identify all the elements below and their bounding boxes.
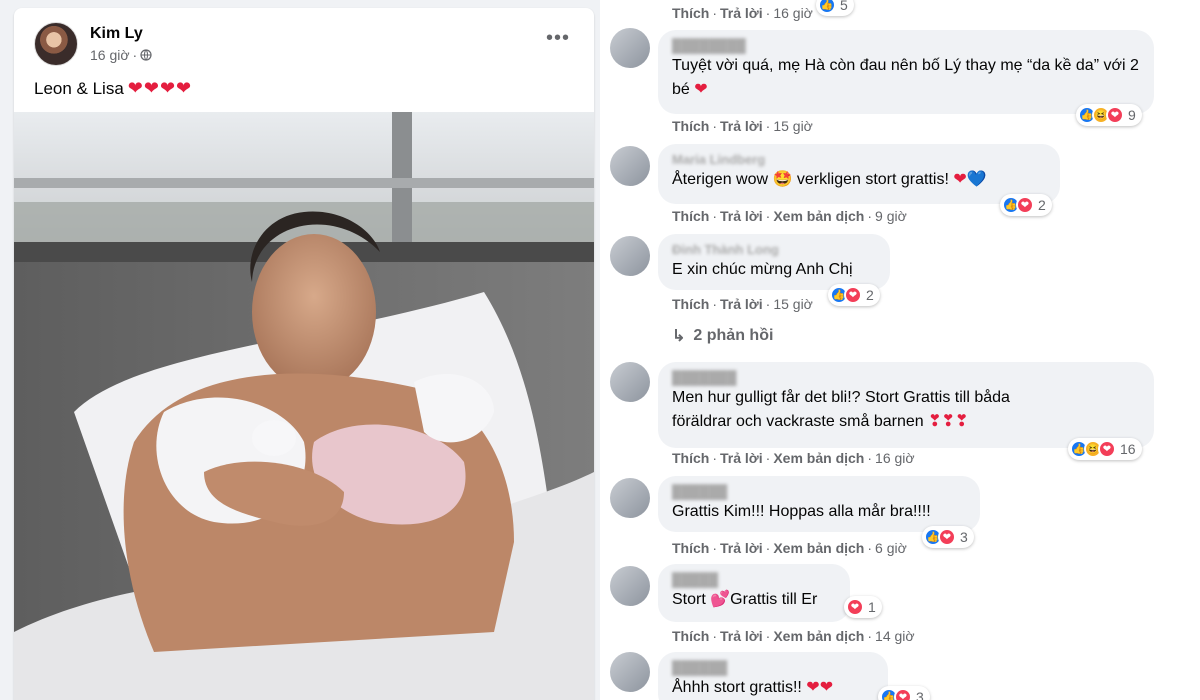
love-icon: ❤ bbox=[1016, 196, 1034, 214]
comment-bubble: ██████ Åhhh stort grattis!! ❤❤ bbox=[658, 652, 888, 700]
reaction-count[interactable]: 👍 😆 ❤ 16 bbox=[1068, 438, 1142, 460]
view-replies-link[interactable]: ↳ 2 phản hồi bbox=[672, 326, 773, 346]
reaction-count[interactable]: 👍 ❤ 2 bbox=[828, 284, 880, 306]
commenter-avatar[interactable] bbox=[610, 236, 650, 276]
comment-text: E xin chúc mừng Anh Chị bbox=[672, 261, 853, 278]
commenter-name-blurred[interactable]: ██████ bbox=[672, 484, 966, 500]
comment-actions: Thích · Trả lời · Xem bản dịch · 6 giờ bbox=[672, 540, 907, 556]
reply-link[interactable]: Trả lời bbox=[720, 628, 763, 644]
commenter-name-blurred[interactable]: █████ bbox=[672, 572, 836, 588]
commenter-avatar[interactable] bbox=[610, 566, 650, 606]
commenter-avatar[interactable] bbox=[610, 146, 650, 186]
post-time[interactable]: 16 giờ bbox=[90, 47, 130, 63]
like-link[interactable]: Thích bbox=[672, 296, 709, 312]
reply-link[interactable]: Trả lời bbox=[720, 208, 763, 224]
reaction-count[interactable]: ❤ 1 bbox=[844, 596, 882, 618]
like-link[interactable]: Thích bbox=[672, 450, 709, 466]
like-link[interactable]: Thích bbox=[672, 628, 709, 644]
commenter-name[interactable]: Đinh Thành Long bbox=[672, 242, 876, 258]
post-card: Kim Ly 16 giờ · ••• Leon & Lisa ❤❤❤❤ bbox=[14, 8, 594, 700]
photo-illustration bbox=[14, 112, 594, 700]
love-icon: ❤ bbox=[846, 598, 864, 616]
post-photo[interactable] bbox=[14, 112, 594, 700]
comment-actions: Thích · Trả lời · Xem bản dịch · 9 giờ bbox=[672, 208, 907, 224]
translate-link[interactable]: Xem bản dịch bbox=[773, 450, 864, 466]
comments-panel: Thích · Trả lời · 16 giờ 👍 5 ████████ Tuyệt v… bbox=[600, 0, 1200, 700]
translate-link[interactable]: Xem bản dịch bbox=[773, 628, 864, 644]
reply-arrow-icon: ↳ bbox=[672, 328, 686, 345]
comment-bubble: Maria Lindberg Återigen wow 🤩 verkligen … bbox=[658, 144, 1060, 204]
like-link[interactable]: Thích bbox=[672, 208, 709, 224]
comment-bubble: ██████ Grattis Kim!!! Hoppas alla mår br… bbox=[658, 476, 980, 532]
reaction-count[interactable]: 👍 ❤ 3 bbox=[878, 686, 930, 700]
translate-link[interactable]: Xem bản dịch bbox=[773, 540, 864, 556]
comment-text: föräldrar och vackraste små barnen ❣❣❣ bbox=[672, 413, 969, 430]
like-link[interactable]: Thích bbox=[672, 118, 709, 134]
comment-text: Stort 💕Grattis till Er bbox=[672, 591, 818, 608]
translate-link[interactable]: Xem bản dịch bbox=[773, 208, 864, 224]
commenter-avatar[interactable] bbox=[610, 652, 650, 692]
comment-text: Åhhh stort grattis!! ❤❤ bbox=[672, 679, 834, 696]
reaction-count[interactable]: 👍 ❤ 3 bbox=[922, 526, 974, 548]
commenter-name-blurred[interactable]: ██████ bbox=[672, 660, 874, 676]
reply-link[interactable]: Trả lời bbox=[720, 5, 763, 21]
love-icon: ❤ bbox=[938, 528, 956, 546]
post-header: Kim Ly 16 giờ · ••• bbox=[14, 8, 594, 72]
love-icon: ❤ bbox=[894, 688, 912, 700]
like-link[interactable]: Thích bbox=[672, 540, 709, 556]
comment-bubble: ████████ Tuyệt vời quá, mẹ Hà còn đau nê… bbox=[658, 30, 1154, 114]
author-name[interactable]: Kim Ly bbox=[90, 25, 143, 43]
post-caption: Leon & Lisa ❤❤❤❤ bbox=[34, 78, 193, 98]
reply-link[interactable]: Trả lời bbox=[720, 118, 763, 134]
comment-actions: Thích · Trả lời · Xem bản dịch · 14 giờ bbox=[672, 628, 915, 644]
comment-text: Återigen wow 🤩 verkligen stort grattis! … bbox=[672, 171, 987, 188]
comment-text: Grattis Kim!!! Hoppas alla mår bra!!!! bbox=[672, 503, 931, 520]
like-icon: 👍 bbox=[818, 0, 836, 14]
reply-link[interactable]: Trả lời bbox=[720, 540, 763, 556]
reaction-count[interactable]: 👍 5 bbox=[816, 0, 854, 16]
reaction-count[interactable]: 👍 😆 ❤ 9 bbox=[1076, 104, 1142, 126]
more-options-icon[interactable]: ••• bbox=[546, 28, 570, 48]
comment-bubble: █████ Stort 💕Grattis till Er bbox=[658, 564, 850, 622]
commenter-avatar[interactable] bbox=[610, 478, 650, 518]
comment-bubble: ███████ Men hur gulligt får det bli!? St… bbox=[658, 362, 1154, 448]
love-icon: ❤ bbox=[844, 286, 862, 304]
comment-actions: Thích · Trả lời · Xem bản dịch · 16 giờ bbox=[672, 450, 915, 466]
post-meta: 16 giờ · bbox=[90, 47, 152, 63]
commenter-name[interactable]: Maria Lindberg bbox=[672, 152, 1046, 168]
globe-icon bbox=[140, 49, 152, 61]
commenter-name-blurred[interactable]: ████████ bbox=[672, 38, 1140, 54]
comment-text: Tuyệt vời quá, mẹ Hà còn đau nên bố Lý t… bbox=[672, 57, 1139, 98]
reply-link[interactable]: Trả lời bbox=[720, 450, 763, 466]
comment-bubble: Đinh Thành Long E xin chúc mừng Anh Chị bbox=[658, 234, 890, 290]
comment-actions: Thích · Trả lời · 15 giờ bbox=[672, 296, 813, 312]
comment-text: Men hur gulligt får det bli!? Stort Grat… bbox=[672, 389, 1010, 406]
heart-icons: ❤❤❤❤ bbox=[127, 78, 193, 98]
commenter-avatar[interactable] bbox=[610, 28, 650, 68]
reaction-count[interactable]: 👍 ❤ 2 bbox=[1000, 194, 1052, 216]
author-avatar[interactable] bbox=[34, 22, 78, 66]
comment-actions-top: Thích · Trả lời · 16 giờ bbox=[672, 5, 813, 21]
commenter-avatar[interactable] bbox=[610, 362, 650, 402]
comment-actions: Thích · Trả lời · 15 giờ bbox=[672, 118, 813, 134]
like-link[interactable]: Thích bbox=[672, 5, 709, 21]
commenter-name-blurred[interactable]: ███████ bbox=[672, 370, 1140, 386]
love-icon: ❤ bbox=[1106, 106, 1124, 124]
reply-link[interactable]: Trả lời bbox=[720, 296, 763, 312]
love-icon: ❤ bbox=[1098, 440, 1116, 458]
